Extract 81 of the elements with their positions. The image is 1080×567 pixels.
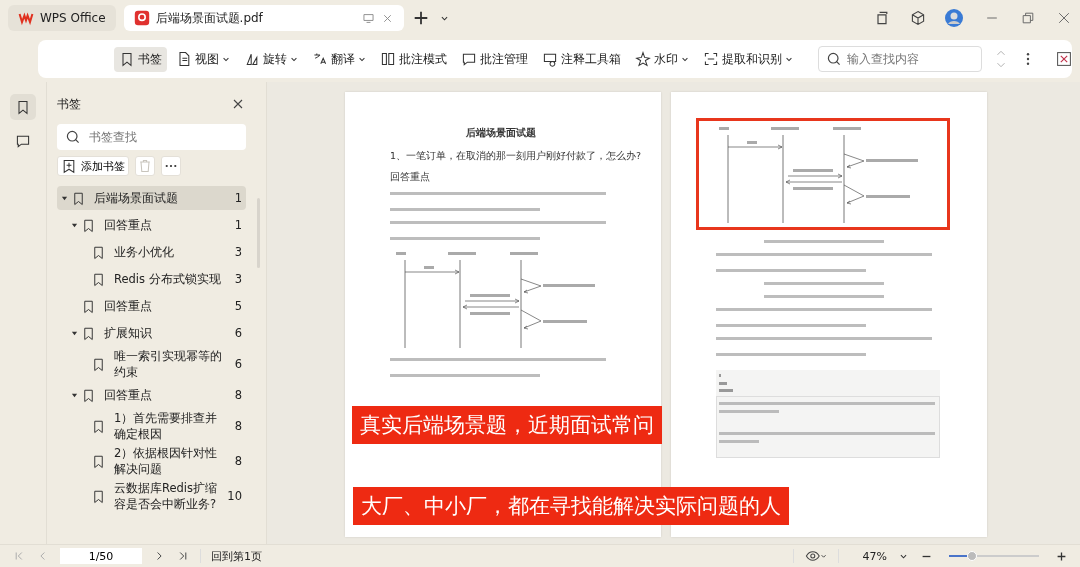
toolbar-button[interactable]: 注释工具箱 bbox=[537, 46, 626, 72]
pdf-file-icon bbox=[133, 10, 150, 26]
caret-icon[interactable] bbox=[71, 391, 78, 399]
toolbar-button[interactable]: 书签 bbox=[114, 46, 167, 72]
bookmark-item[interactable]: 回答重点 1 bbox=[57, 213, 246, 237]
translate-icon bbox=[312, 51, 328, 67]
bookmark-item[interactable]: 回答重点 8 bbox=[57, 383, 246, 407]
add-bookmark-button[interactable]: 添加书签 bbox=[57, 156, 129, 176]
bookmark-item[interactable]: 唯一索引实现幂等的约束 6 bbox=[57, 348, 246, 380]
toolbar-button[interactable]: 视图 bbox=[171, 46, 235, 72]
caret-icon bbox=[290, 55, 298, 63]
bookmark-item[interactable]: 业务小优化 3 bbox=[57, 240, 246, 264]
bookmark-icon bbox=[91, 356, 106, 372]
document-title: 后端场景面试题 bbox=[465, 126, 536, 140]
panel-title: 书签 bbox=[57, 95, 81, 113]
bookmark-icon bbox=[91, 488, 106, 504]
toolbar-button[interactable]: 翻译 bbox=[307, 46, 371, 72]
more-button[interactable] bbox=[161, 156, 181, 176]
bookmark-plus-icon bbox=[61, 158, 77, 174]
annotation-icon bbox=[542, 51, 558, 67]
rotate-icon bbox=[244, 51, 260, 67]
copy-icon[interactable] bbox=[874, 10, 890, 26]
more-icon bbox=[165, 164, 177, 168]
bookmark-icon bbox=[119, 51, 135, 67]
bookmark-item[interactable]: 1）首先需要排查并确定根因 8 bbox=[57, 410, 246, 442]
bookmark-item[interactable]: 扩展知识 6 bbox=[57, 321, 246, 345]
window-tab[interactable]: 后端场景面试题.pdf bbox=[123, 5, 404, 31]
bookmark-icon bbox=[81, 325, 96, 341]
toolbar-button[interactable]: 提取和识别 bbox=[698, 46, 798, 72]
caret-icon bbox=[785, 55, 793, 63]
document-icon bbox=[176, 51, 192, 67]
bookmark-item[interactable]: 回答重点 5 bbox=[57, 294, 246, 318]
toolbar-button[interactable]: 批注模式 bbox=[375, 46, 452, 72]
search-icon bbox=[826, 51, 842, 67]
question-text: 1、一笔订单，在取消的那一刻用户刚好付款了，怎么办? bbox=[390, 150, 642, 163]
bookmark-icon bbox=[81, 217, 96, 233]
bookmark-icon bbox=[91, 418, 106, 434]
bookmark-panel-button[interactable] bbox=[10, 94, 36, 120]
caret-icon[interactable] bbox=[71, 329, 78, 337]
restore-icon[interactable] bbox=[1020, 10, 1036, 26]
section-heading: 回答重点 bbox=[390, 171, 430, 184]
toolbar-button[interactable]: 旋转 bbox=[239, 46, 303, 72]
bookmark-icon bbox=[91, 453, 106, 469]
zoom-level[interactable]: 47% bbox=[862, 549, 887, 563]
monitor-icon[interactable] bbox=[361, 11, 375, 25]
star-icon bbox=[635, 51, 651, 67]
search-icon bbox=[65, 129, 81, 145]
bookmark-icon bbox=[81, 387, 96, 403]
avatar-icon[interactable] bbox=[944, 8, 964, 28]
page-number-field[interactable]: 1/50 bbox=[60, 548, 142, 564]
bookmark-icon bbox=[91, 271, 106, 287]
trash-icon bbox=[137, 158, 153, 174]
close-icon[interactable] bbox=[1056, 51, 1072, 67]
window-tab[interactable]: WPS Office bbox=[8, 5, 116, 31]
bookmark-icon bbox=[91, 244, 106, 260]
bookmark-item[interactable]: Redis 分布式锁实现 3 bbox=[57, 267, 246, 291]
bookmark-icon bbox=[15, 99, 31, 115]
comment-icon bbox=[15, 133, 31, 149]
toolbar-button[interactable]: 批注管理 bbox=[456, 46, 533, 72]
bookmark-item[interactable]: 后端场景面试题 1 bbox=[57, 186, 246, 210]
caret-icon[interactable] bbox=[61, 194, 68, 202]
comment-icon bbox=[461, 51, 477, 67]
cube-icon[interactable] bbox=[910, 10, 926, 26]
bookmark-icon bbox=[71, 190, 86, 206]
caret-icon bbox=[681, 55, 689, 63]
search-field[interactable]: 输入查找内容 bbox=[818, 46, 982, 72]
caption-banner: 真实后端场景题，近期面试常问 bbox=[352, 406, 662, 444]
close-icon[interactable] bbox=[1056, 10, 1072, 26]
caret-icon bbox=[222, 55, 230, 63]
caret-icon bbox=[358, 55, 366, 63]
toolbar-button[interactable]: 水印 bbox=[630, 46, 694, 72]
bookmark-icon bbox=[81, 298, 96, 314]
caption-banner: 大厂、中小厂，都在寻找能解决实际问题的人 bbox=[353, 487, 789, 525]
scan-icon bbox=[703, 51, 719, 67]
eye-icon[interactable] bbox=[803, 548, 828, 564]
columns-icon bbox=[380, 51, 396, 67]
bookmark-item[interactable]: 2）依据根因针对性解决问题 8 bbox=[57, 445, 246, 477]
back-to-first-page-link[interactable]: 回到第1页 bbox=[211, 548, 262, 564]
caret-icon[interactable] bbox=[71, 221, 78, 229]
search-field[interactable]: 书签查找 bbox=[57, 124, 246, 150]
wps-logo-icon bbox=[18, 10, 34, 26]
